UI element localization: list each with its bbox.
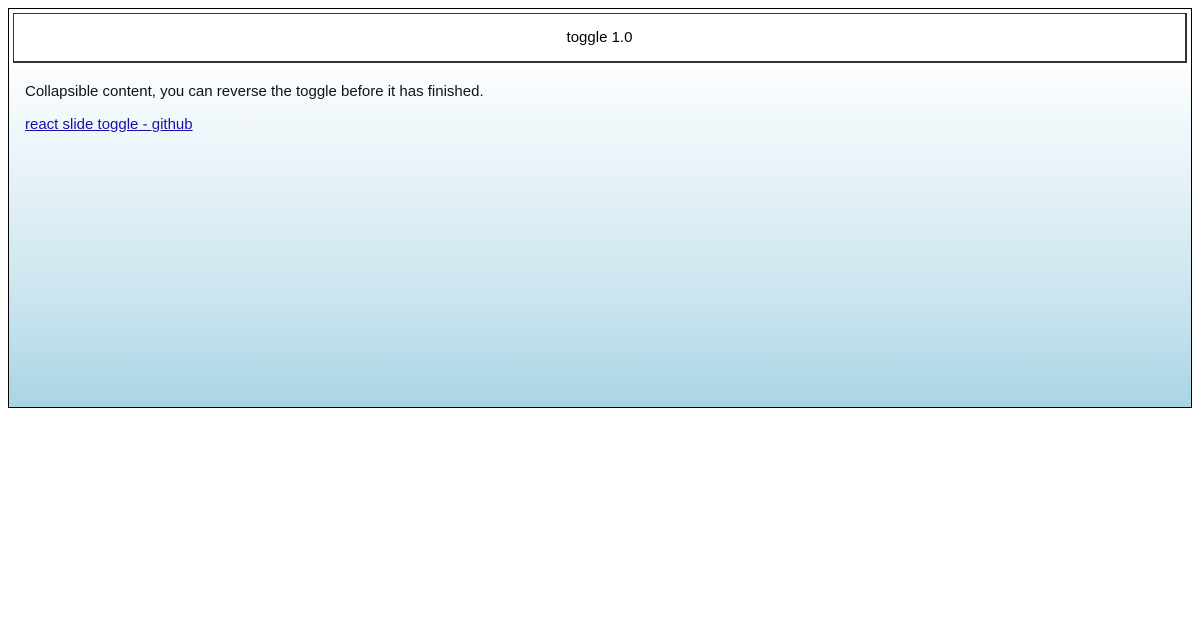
slide-toggle-container: toggle 1.0 Collapsible content, you can … (8, 8, 1192, 408)
toggle-button[interactable]: toggle 1.0 (13, 13, 1187, 63)
github-link[interactable]: react slide toggle - github (25, 116, 193, 133)
panel-description: Collapsible content, you can reverse the… (25, 83, 1175, 100)
collapsible-panel: Collapsible content, you can reverse the… (9, 67, 1191, 407)
